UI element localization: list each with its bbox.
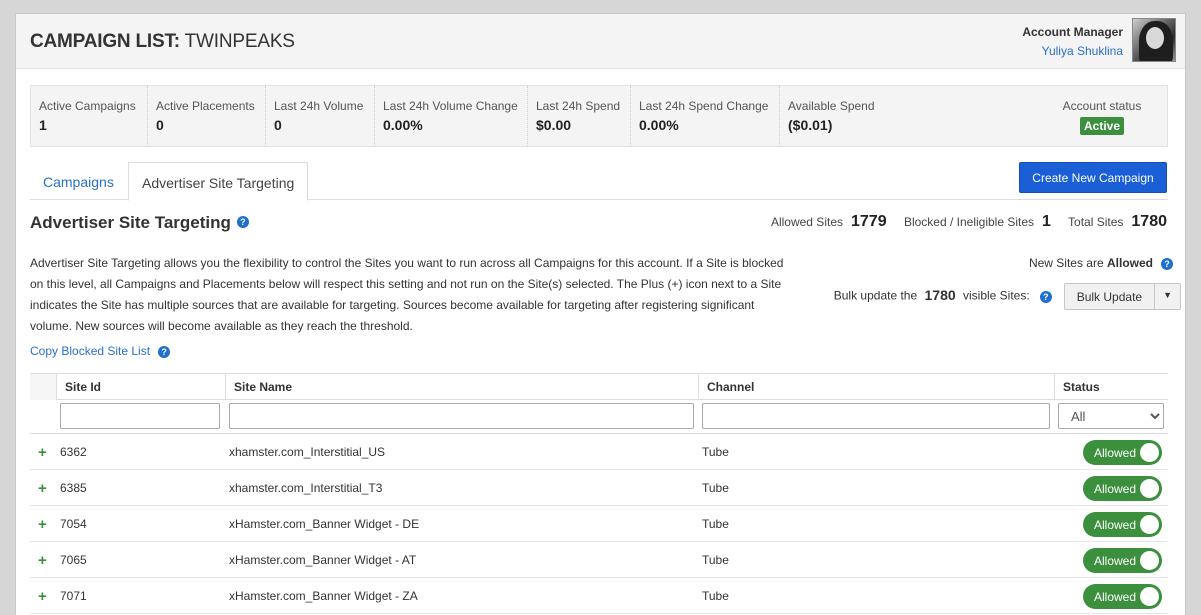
copy-blocked-site-list: Copy Blocked Site List?	[30, 344, 171, 358]
bulk-update-bar: Bulk update the 1780 visible Sites:? Bulk…	[834, 283, 1181, 310]
channel-filter-input[interactable]	[702, 403, 1050, 429]
site-id-cell: 7065	[60, 553, 87, 567]
avatar	[1132, 18, 1176, 62]
expand-plus-icon[interactable]: +	[38, 516, 47, 533]
stat-available-spend: Available Spend ($0.01)	[779, 86, 929, 146]
expand-plus-icon[interactable]: +	[38, 552, 47, 569]
site-name-cell: xhamster.com_Interstitial_T3	[229, 481, 383, 495]
bulk-update-button[interactable]: Bulk Update ▼	[1063, 283, 1181, 310]
stat-last-24h-spend-change: Last 24h Spend Change 0.00%	[630, 86, 779, 146]
section-title: Advertiser Site Targeting?	[30, 213, 249, 233]
site-id-cell: 6385	[60, 481, 87, 495]
page-header: CAMPAIGN LIST: TWINPEAKS Account Manager…	[16, 14, 1185, 69]
sites-table: Site Id Site Name Channel Status All + 6…	[30, 373, 1168, 614]
total-sites-count: 1780	[1131, 213, 1167, 230]
stat-last-24h-spend: Last 24h Spend $0.00	[527, 86, 630, 146]
tab-advertiser-site-targeting[interactable]: Advertiser Site Targeting	[128, 162, 309, 201]
column-channel[interactable]: Channel	[698, 374, 1054, 400]
site-name-cell: xHamster.com_Banner Widget - ZA	[229, 589, 418, 603]
bulk-visible-count: 1780	[924, 286, 956, 303]
allowed-sites-count: 1779	[851, 213, 887, 230]
stat-active-placements: Active Placements 0	[147, 86, 265, 146]
column-site-id[interactable]: Site Id	[56, 374, 225, 400]
stat-last-24h-volume-change: Last 24h Volume Change 0.00%	[374, 86, 527, 146]
site-id-cell: 7071	[60, 589, 87, 603]
stat-active-campaigns: Active Campaigns 1	[39, 99, 136, 133]
site-id-cell: 7054	[60, 517, 87, 531]
create-new-campaign-button[interactable]: Create New Campaign	[1019, 162, 1167, 193]
table-row: + 7054 xHamster.com_Banner Widget - DE T…	[30, 506, 1168, 542]
stats-bar: Active Campaigns 1 Active Placements 0 L…	[30, 85, 1168, 147]
status-toggle[interactable]: Allowed	[1083, 440, 1162, 465]
account-manager-link[interactable]: Yuliya Shuklina	[1022, 44, 1123, 58]
tab-campaigns[interactable]: Campaigns	[30, 162, 127, 200]
status-toggle[interactable]: Allowed	[1083, 476, 1162, 501]
table-row: + 6362 xhamster.com_Interstitial_US Tube…	[30, 434, 1168, 470]
help-icon[interactable]: ?	[1039, 290, 1052, 303]
copy-blocked-site-list-link[interactable]: Copy Blocked Site List	[30, 344, 150, 358]
channel-cell: Tube	[702, 517, 729, 531]
expand-plus-icon[interactable]: +	[38, 444, 47, 461]
expand-plus-icon[interactable]: +	[38, 588, 47, 605]
blocked-sites-count: 1	[1042, 213, 1051, 230]
help-icon[interactable]: ?	[158, 345, 171, 358]
status-filter-select[interactable]: All	[1058, 403, 1164, 429]
stat-last-24h-volume: Last 24h Volume 0	[265, 86, 374, 146]
help-icon[interactable]: ?	[236, 215, 249, 228]
channel-cell: Tube	[702, 481, 729, 495]
status-toggle[interactable]: Allowed	[1083, 548, 1162, 573]
page-title-campaign: TWINPEAKS	[184, 31, 295, 52]
site-name-cell: xHamster.com_Banner Widget - DE	[229, 517, 420, 531]
filter-row: All	[30, 400, 1168, 434]
table-row: + 7071 xHamster.com_Banner Widget - ZA T…	[30, 578, 1168, 614]
site-counts: Allowed Sites 1779 Blocked / Ineligible S…	[770, 213, 1167, 230]
table-row: + 7065 xHamster.com_Banner Widget - AT T…	[30, 542, 1168, 578]
site-name-cell: xhamster.com_Interstitial_US	[229, 445, 386, 459]
table-row: + 6385 xhamster.com_Interstitial_T3 Tube…	[30, 470, 1168, 506]
channel-cell: Tube	[702, 553, 729, 567]
chevron-down-icon[interactable]: ▼	[1154, 284, 1180, 309]
site-name-filter-input[interactable]	[229, 403, 694, 429]
expand-plus-icon[interactable]: +	[38, 480, 47, 497]
new-sites-value: Allowed	[1106, 256, 1153, 270]
status-toggle[interactable]: Allowed	[1083, 512, 1162, 537]
account-manager-label: Account Manager	[1022, 25, 1123, 39]
site-id-cell: 6362	[60, 445, 87, 459]
section-description: Advertiser Site Targeting allows you the…	[30, 256, 784, 333]
site-name-cell: xHamster.com_Banner Widget - AT	[229, 553, 417, 567]
new-sites-setting: New Sites are Allowed?	[1029, 256, 1173, 270]
tab-bar: Campaigns Advertiser Site Targeting	[30, 162, 1168, 201]
page-title: CAMPAIGN LIST: TWINPEAKS	[30, 31, 295, 53]
status-badge: Active	[1079, 117, 1125, 135]
account-manager: Account Manager Yuliya Shuklina	[1022, 25, 1123, 58]
stat-account-status: Account status Active	[1062, 99, 1142, 135]
channel-cell: Tube	[702, 589, 729, 603]
site-id-filter-input[interactable]	[60, 403, 220, 429]
status-toggle[interactable]: Allowed	[1083, 584, 1162, 609]
page-title-prefix: CAMPAIGN LIST:	[30, 31, 180, 52]
help-icon[interactable]: ?	[1161, 257, 1173, 270]
column-site-name[interactable]: Site Name	[225, 374, 698, 400]
page-container: CAMPAIGN LIST: TWINPEAKS Account Manager…	[15, 13, 1186, 615]
column-status[interactable]: Status	[1054, 374, 1168, 400]
channel-cell: Tube	[702, 445, 729, 459]
table-header: Site Id Site Name Channel Status	[30, 373, 1168, 400]
